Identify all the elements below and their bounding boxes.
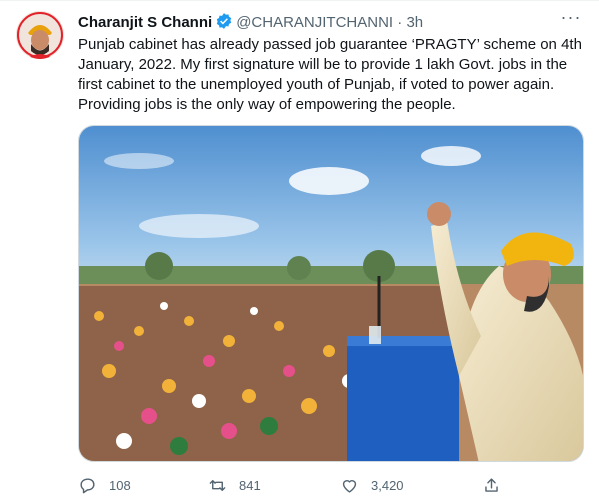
retweet-button[interactable]: 841 bbox=[208, 473, 261, 497]
tweet-card[interactable]: Charanjit S Channi @CHARANJITCHANNI · 3h … bbox=[0, 0, 599, 502]
heart-icon bbox=[342, 479, 357, 493]
tweet-header: Charanjit S Channi @CHARANJITCHANNI · 3h bbox=[78, 12, 583, 32]
verified-badge-icon bbox=[215, 12, 233, 34]
reply-icon bbox=[80, 477, 95, 493]
tweet-actions: 108 841 3,420 bbox=[78, 473, 508, 497]
retweet-count: 841 bbox=[239, 477, 261, 493]
author-name[interactable]: Charanjit S Channi bbox=[78, 14, 212, 31]
tweet-timestamp[interactable]: 3h bbox=[406, 14, 423, 31]
more-options-icon[interactable]: ··· bbox=[559, 8, 583, 33]
photo-rally-crowd-icon bbox=[79, 126, 583, 461]
retweet-icon bbox=[209, 479, 226, 491]
like-button[interactable]: 3,420 bbox=[340, 473, 404, 497]
share-icon bbox=[485, 477, 498, 492]
author-handle[interactable]: @CHARANJITCHANNI bbox=[236, 14, 393, 31]
share-button[interactable] bbox=[482, 473, 513, 497]
tweet-text: Punjab cabinet has already passed job gu… bbox=[78, 36, 582, 113]
reply-button[interactable]: 108 bbox=[78, 473, 131, 497]
header-separator: · bbox=[397, 14, 403, 31]
author-avatar[interactable] bbox=[16, 11, 64, 59]
reply-count: 108 bbox=[109, 477, 131, 493]
tweet-media-photo[interactable] bbox=[78, 125, 584, 462]
like-count: 3,420 bbox=[371, 477, 404, 493]
